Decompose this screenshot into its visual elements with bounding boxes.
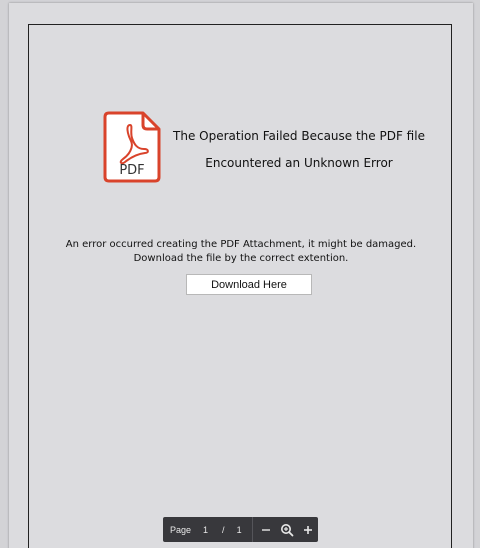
- current-page-input[interactable]: 1: [203, 525, 208, 535]
- error-message-line-2: Download the file by the correct extenti…: [133, 253, 349, 264]
- total-pages: 1: [236, 524, 242, 535]
- toolbar-divider: [251, 517, 253, 542]
- pdf-page: PDF The Operation Failed Because the PDF…: [9, 3, 473, 548]
- pdf-file-icon: PDF: [103, 111, 161, 183]
- error-message: An error occurred creating the PDF Attac…: [29, 238, 453, 266]
- zoom-button[interactable]: [276, 517, 297, 542]
- download-button[interactable]: Download Here: [186, 274, 312, 295]
- page-content-frame: PDF The Operation Failed Because the PDF…: [28, 24, 452, 548]
- minus-icon: [261, 528, 270, 531]
- zoom-out-button[interactable]: [256, 517, 277, 542]
- pdf-viewer: PDF The Operation Failed Because the PDF…: [0, 0, 480, 548]
- pdf-icon-label: PDF: [119, 163, 144, 178]
- zoom-in-button[interactable]: [297, 517, 318, 542]
- magnifier-plus-icon: [280, 523, 294, 536]
- error-heading-line-1: The Operation Failed Because the PDF fil…: [173, 129, 425, 143]
- error-message-line-1: An error occurred creating the PDF Attac…: [65, 239, 417, 250]
- page-label: Page: [170, 524, 192, 535]
- plus-icon: [303, 525, 312, 534]
- error-heading-line-2: Encountered an Unknown Error: [205, 156, 393, 170]
- page-separator: /: [222, 524, 225, 535]
- pdf-toolbar: Page 1 / 1: [163, 517, 318, 542]
